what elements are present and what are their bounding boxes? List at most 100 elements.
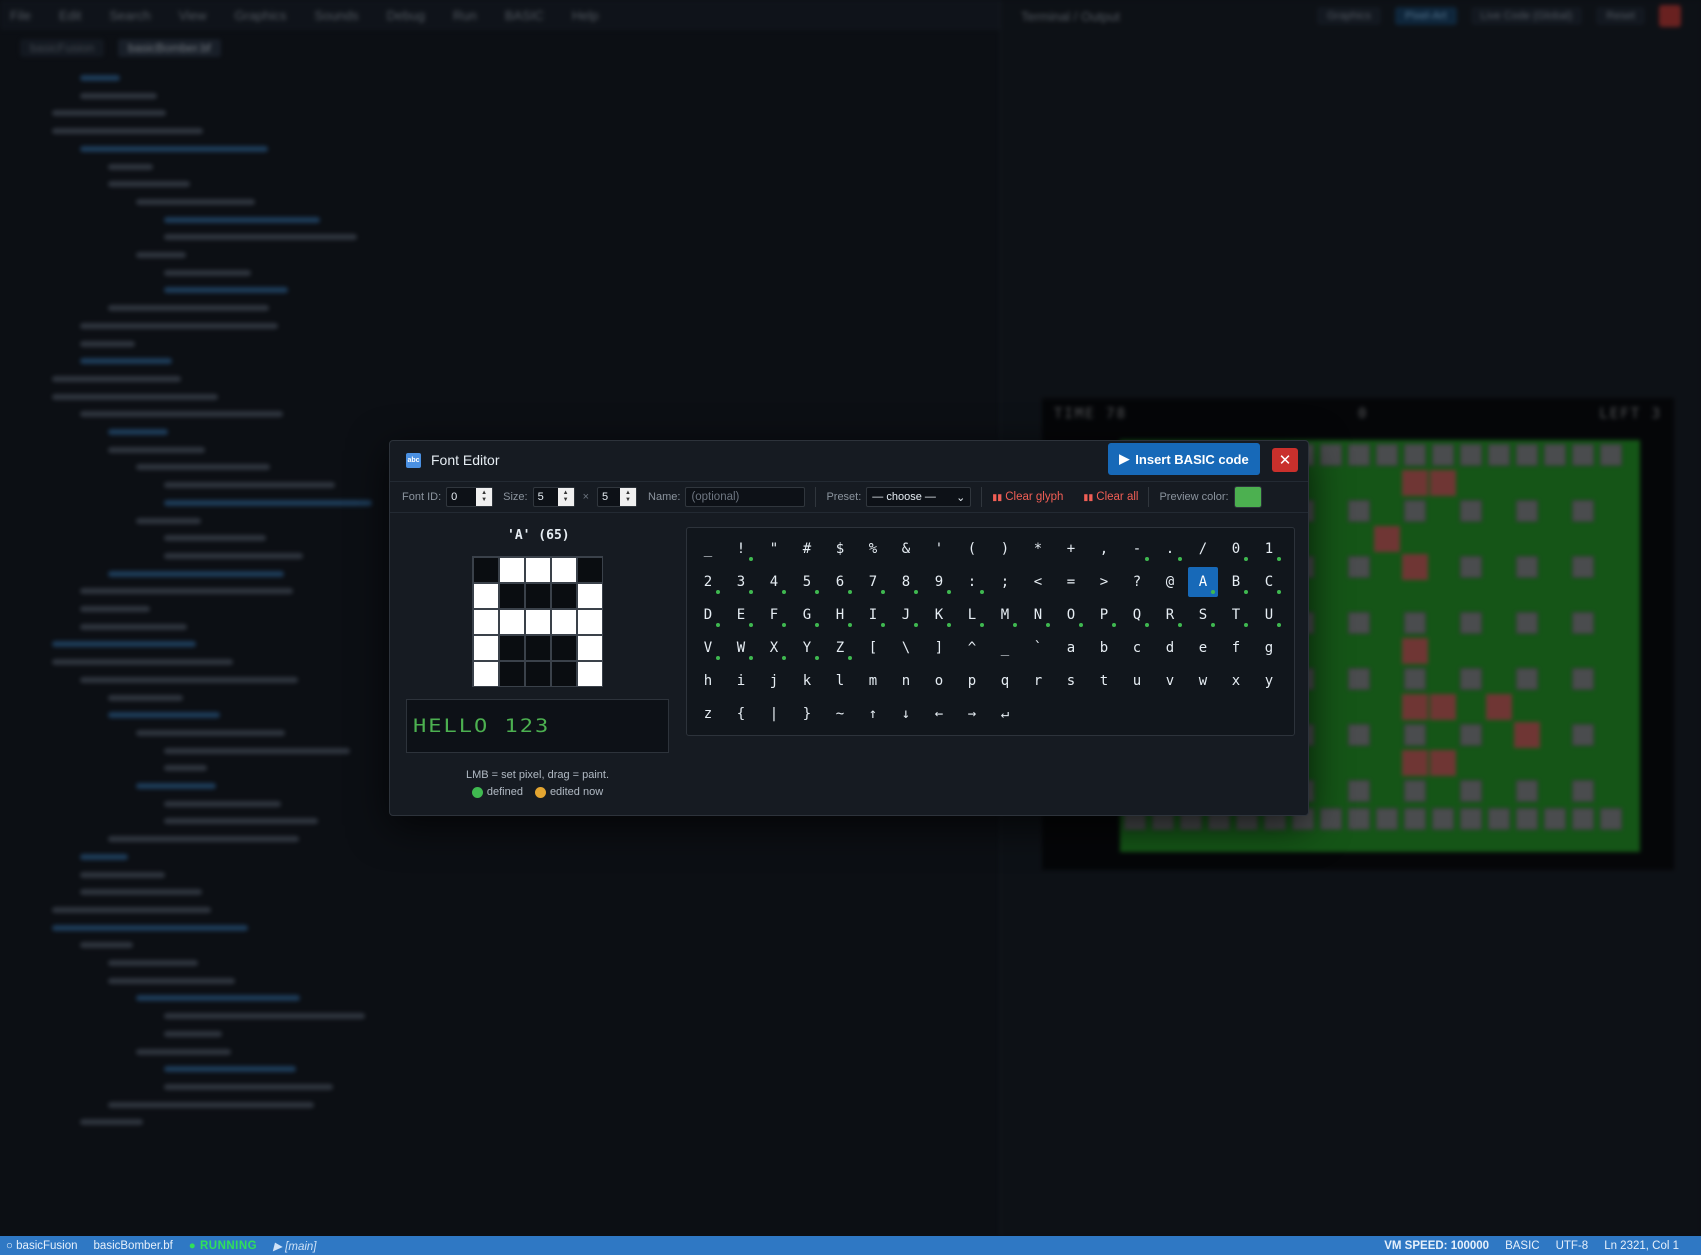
- char-cell[interactable]: 4: [759, 567, 789, 597]
- char-cell[interactable]: `: [1023, 633, 1053, 663]
- char-cell[interactable]: D: [693, 600, 723, 630]
- char-cell[interactable]: ,: [1089, 534, 1119, 564]
- char-cell[interactable]: U: [1254, 600, 1284, 630]
- live-code-button[interactable]: Live Code (Global): [1470, 7, 1583, 25]
- tab-app[interactable]: basicFusion: [20, 39, 105, 57]
- pane-close-button[interactable]: [1659, 5, 1681, 27]
- graphics-button[interactable]: Graphics: [1316, 7, 1381, 25]
- char-cell[interactable]: 7: [858, 567, 888, 597]
- char-cell[interactable]: ;: [990, 567, 1020, 597]
- menu-item-file[interactable]: File: [10, 8, 31, 23]
- size-height-stepper-icon[interactable]: ▲ ▼: [620, 488, 637, 506]
- char-cell[interactable]: b: [1089, 633, 1119, 663]
- char-cell[interactable]: X: [759, 633, 789, 663]
- char-cell[interactable]: @: [1155, 567, 1185, 597]
- char-cell[interactable]: =: [1056, 567, 1086, 597]
- char-cell[interactable]: 5: [792, 567, 822, 597]
- preset-select[interactable]: — choose — ⌄: [866, 487, 972, 507]
- char-cell[interactable]: s: [1056, 666, 1086, 696]
- status-app[interactable]: ○ basicFusion: [6, 1240, 78, 1252]
- size-height-input[interactable]: 5 ▲ ▼: [597, 487, 638, 507]
- char-cell[interactable]: Q: [1122, 600, 1152, 630]
- char-cell[interactable]: h: [693, 666, 723, 696]
- char-cell[interactable]: (: [957, 534, 987, 564]
- menu-item-run[interactable]: Run: [453, 8, 477, 23]
- char-cell[interactable]: o: [924, 666, 954, 696]
- menu-item-search[interactable]: Search: [109, 8, 150, 23]
- char-cell[interactable]: O: [1056, 600, 1086, 630]
- char-cell[interactable]: r: [1023, 666, 1053, 696]
- menu-item-graphics[interactable]: Graphics: [235, 8, 287, 23]
- char-cell[interactable]: t: [1089, 666, 1119, 696]
- pixel-art-button[interactable]: Pixel-Art: [1394, 7, 1457, 25]
- char-cell[interactable]: K: [924, 600, 954, 630]
- glyph-pixel[interactable]: [551, 635, 577, 661]
- char-cell[interactable]: ': [924, 534, 954, 564]
- menu-item-sounds[interactable]: Sounds: [315, 8, 359, 23]
- char-cell[interactable]: ↵: [990, 699, 1020, 729]
- char-cell[interactable]: q: [990, 666, 1020, 696]
- char-cell[interactable]: _: [693, 534, 723, 564]
- menu-item-help[interactable]: Help: [572, 8, 599, 23]
- char-cell[interactable]: l: [825, 666, 855, 696]
- glyph-pixel[interactable]: [525, 635, 551, 661]
- menu-item-view[interactable]: View: [179, 8, 207, 23]
- glyph-pixel[interactable]: [525, 609, 551, 635]
- char-cell[interactable]: →: [957, 699, 987, 729]
- char-cell[interactable]: S: [1188, 600, 1218, 630]
- char-cell[interactable]: ): [990, 534, 1020, 564]
- glyph-pixel[interactable]: [473, 661, 499, 687]
- char-cell[interactable]: [: [858, 633, 888, 663]
- glyph-pixel[interactable]: [473, 635, 499, 661]
- char-cell[interactable]: ^: [957, 633, 987, 663]
- char-cell[interactable]: }: [792, 699, 822, 729]
- char-cell[interactable]: A: [1188, 567, 1218, 597]
- char-cell[interactable]: 0: [1221, 534, 1251, 564]
- char-cell[interactable]: B: [1221, 567, 1251, 597]
- char-cell[interactable]: _: [990, 633, 1020, 663]
- char-cell[interactable]: u: [1122, 666, 1152, 696]
- glyph-pixel[interactable]: [551, 583, 577, 609]
- char-cell[interactable]: ↓: [891, 699, 921, 729]
- glyph-pixel[interactable]: [473, 583, 499, 609]
- char-cell[interactable]: P: [1089, 600, 1119, 630]
- status-file[interactable]: basicBomber.bf: [94, 1240, 173, 1252]
- char-cell[interactable]: -: [1122, 534, 1152, 564]
- char-cell[interactable]: g: [1254, 633, 1284, 663]
- status-language[interactable]: BASIC: [1505, 1240, 1540, 1252]
- glyph-pixel[interactable]: [499, 557, 525, 583]
- char-cell[interactable]: z: [693, 699, 723, 729]
- char-cell[interactable]: E: [726, 600, 756, 630]
- char-cell[interactable]: y: [1254, 666, 1284, 696]
- char-cell[interactable]: ~: [825, 699, 855, 729]
- char-cell[interactable]: ": [759, 534, 789, 564]
- char-cell[interactable]: 8: [891, 567, 921, 597]
- clear-all-button[interactable]: ▮▮ Clear all: [1083, 491, 1138, 503]
- char-cell[interactable]: k: [792, 666, 822, 696]
- char-cell[interactable]: p: [957, 666, 987, 696]
- char-cell[interactable]: .: [1155, 534, 1185, 564]
- glyph-pixel[interactable]: [499, 583, 525, 609]
- char-cell[interactable]: %: [858, 534, 888, 564]
- preview-color-swatch[interactable]: [1233, 486, 1262, 508]
- glyph-pixel[interactable]: [473, 557, 499, 583]
- char-cell[interactable]: J: [891, 600, 921, 630]
- char-cell[interactable]: m: [858, 666, 888, 696]
- glyph-pixel[interactable]: [499, 609, 525, 635]
- char-cell[interactable]: Z: [825, 633, 855, 663]
- char-cell[interactable]: 9: [924, 567, 954, 597]
- char-cell[interactable]: 3: [726, 567, 756, 597]
- char-cell[interactable]: f: [1221, 633, 1251, 663]
- char-cell[interactable]: G: [792, 600, 822, 630]
- char-cell[interactable]: M: [990, 600, 1020, 630]
- char-cell[interactable]: v: [1155, 666, 1185, 696]
- char-cell[interactable]: 2: [693, 567, 723, 597]
- menu-item-edit[interactable]: Edit: [59, 8, 81, 23]
- char-cell[interactable]: j: [759, 666, 789, 696]
- char-cell[interactable]: ]: [924, 633, 954, 663]
- char-cell[interactable]: #: [792, 534, 822, 564]
- char-cell[interactable]: &: [891, 534, 921, 564]
- char-cell[interactable]: |: [759, 699, 789, 729]
- reset-button[interactable]: Reset: [1596, 7, 1645, 25]
- glyph-pixel[interactable]: [577, 583, 603, 609]
